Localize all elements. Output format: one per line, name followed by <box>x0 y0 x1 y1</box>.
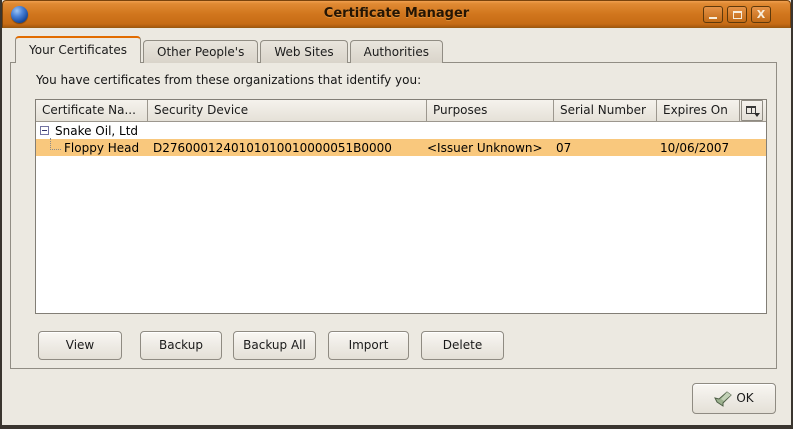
table-row-group-snake-oil[interactable]: Snake Oil, Ltd <box>36 122 766 139</box>
column-picker-cell <box>740 100 766 122</box>
chevron-down-icon <box>754 113 760 117</box>
certificate-manager-window: Certificate Manager X Your Certificates … <box>0 0 793 429</box>
collapse-expander-icon[interactable] <box>40 126 49 135</box>
ok-button-label: OK <box>736 384 753 413</box>
view-button[interactable]: View <box>38 331 122 360</box>
column-header-serial-number[interactable]: Serial Number <box>554 100 657 122</box>
cell-serial-number: 07 <box>554 141 657 155</box>
tab-authorities[interactable]: Authorities <box>350 40 443 63</box>
cell-expires-on: 10/06/2007 <box>657 141 740 155</box>
backup-all-button[interactable]: Backup All <box>233 331 316 360</box>
ok-check-arrow-icon <box>714 391 732 407</box>
cell-security-device: D2760001240101010010000051B0000 <box>148 141 427 155</box>
import-button[interactable]: Import <box>328 331 409 360</box>
tab-other-peoples[interactable]: Other People's <box>143 40 258 63</box>
table-body: Snake Oil, Ltd Floppy Head D276000124010… <box>36 122 766 156</box>
tab-your-certificates[interactable]: Your Certificates <box>15 36 141 63</box>
tab-web-sites[interactable]: Web Sites <box>260 40 347 63</box>
backup-button[interactable]: Backup <box>140 331 222 360</box>
column-header-expires-on[interactable]: Expires On <box>657 100 740 122</box>
table-header: Certificate Na... Security Device Purpos… <box>36 100 766 122</box>
certificates-table[interactable]: Certificate Na... Security Device Purpos… <box>35 99 767 314</box>
maximize-icon <box>733 11 742 19</box>
cell-purposes: <Issuer Unknown> <box>427 141 554 155</box>
maximize-button[interactable] <box>727 6 747 23</box>
cell-certificate-name: Floppy Head <box>36 138 148 157</box>
your-certificates-panel: You have certificates from these organiz… <box>10 62 777 369</box>
tab-bar: Your Certificates Other People's Web Sit… <box>15 36 445 63</box>
table-row-floppy-head-selected[interactable]: Floppy Head D2760001240101010010000051B0… <box>36 139 766 156</box>
window-title: Certificate Manager <box>3 6 790 21</box>
column-picker-button[interactable] <box>741 100 763 121</box>
intro-text: You have certificates from these organiz… <box>36 73 421 87</box>
group-label: Snake Oil, Ltd <box>55 124 138 138</box>
close-button[interactable]: X <box>751 6 771 23</box>
column-header-security-device[interactable]: Security Device <box>148 100 427 122</box>
column-header-purposes[interactable]: Purposes <box>427 100 554 122</box>
column-header-certificate-name[interactable]: Certificate Na... <box>36 100 148 122</box>
close-icon: X <box>752 8 770 21</box>
minimize-icon <box>709 17 717 19</box>
ok-button[interactable]: OK <box>692 383 776 414</box>
titlebar[interactable]: Certificate Manager X <box>2 0 791 28</box>
tree-branch-icon <box>50 138 61 150</box>
minimize-button[interactable] <box>703 6 723 23</box>
delete-button[interactable]: Delete <box>421 331 504 360</box>
